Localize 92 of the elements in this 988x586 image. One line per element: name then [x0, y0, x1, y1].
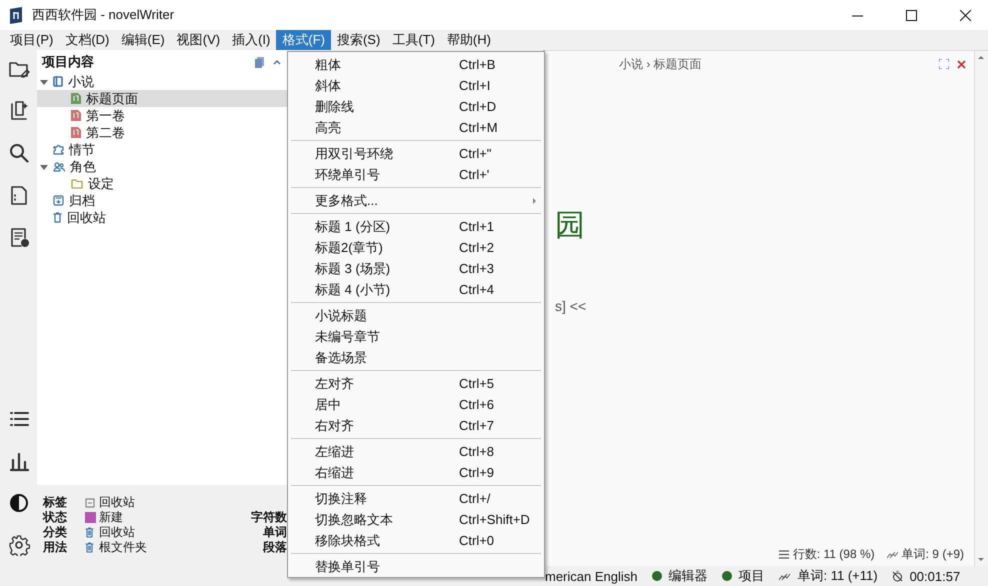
detail-label: 状态	[43, 509, 68, 526]
menu-item[interactable]: 帮助(H)	[440, 30, 497, 50]
session-time: 00:01:57	[910, 568, 960, 584]
menu-option[interactable]: 标题 3 (场景) Ctrl+3	[288, 258, 544, 279]
copy-icon[interactable]	[255, 56, 265, 68]
detail-value: 根文件夹	[99, 539, 148, 556]
menu-option[interactable]: 粗体 Ctrl+B	[288, 54, 544, 75]
trash-icon	[53, 212, 62, 223]
menu-option[interactable]: 左缩进 Ctrl+8	[288, 441, 544, 462]
detail-label: 分类	[43, 524, 68, 540]
tree-item[interactable]: 第二卷	[37, 124, 287, 141]
tree-item[interactable]: 标题页面	[37, 90, 287, 107]
window-title: 西西软件园 - novelWriter	[32, 6, 176, 24]
folder-icon	[71, 178, 83, 188]
status-label: 项目	[738, 567, 764, 585]
title-text: 园	[555, 207, 585, 245]
menu-option[interactable]: 未编号章节	[288, 326, 544, 347]
people-icon	[53, 162, 65, 172]
contrast-icon[interactable]	[8, 492, 30, 514]
detail-label: 标签	[43, 494, 68, 510]
menu-option[interactable]: 斜体 Ctrl+I	[288, 75, 544, 96]
lines-icon	[778, 550, 789, 558]
puzzle-icon	[53, 144, 64, 155]
detail-value: 回收站	[99, 524, 136, 541]
menu-option[interactable]: 标题 4 (小节) Ctrl+4	[288, 279, 544, 300]
breadcrumb: 小说 › 标题页面	[619, 56, 703, 72]
menu-option[interactable]: 移除块格式 Ctrl+0	[288, 530, 544, 551]
word-count: 单词: 9 (+9)	[902, 546, 964, 562]
menu-item[interactable]: 搜索(S)	[330, 30, 386, 50]
stat-label: 段落	[262, 539, 287, 556]
menu-option[interactable]: 替换单引号	[288, 556, 544, 577]
stat-label: 字符数	[251, 509, 287, 526]
scrollbar[interactable]	[974, 51, 988, 566]
detail-value: 回收站	[99, 494, 136, 511]
tree-item[interactable]: 情节	[37, 141, 287, 158]
book-icon	[53, 76, 63, 87]
menu-option[interactable]: 切换忽略文本 Ctrl+Shift+D	[288, 509, 544, 530]
menu-option[interactable]: 右对齐 Ctrl+7	[288, 415, 544, 436]
menu-option[interactable]: 右缩进 Ctrl+9	[288, 462, 544, 483]
detail-label: 用法	[43, 539, 68, 556]
tag-icon	[85, 498, 95, 508]
expanded-arrow-icon[interactable]	[40, 162, 48, 170]
menu-option[interactable]: 备选场景	[288, 347, 544, 368]
language-label: merican English	[545, 568, 638, 584]
detail-value: 新建	[99, 509, 124, 526]
maximize-icon	[906, 10, 916, 20]
menu-item[interactable]: 视图(V)	[170, 30, 226, 50]
menu-option[interactable]: 左对齐 Ctrl+5	[288, 373, 544, 394]
tree-item[interactable]: 设定	[37, 175, 287, 192]
menu-item[interactable]: 格式(F)	[276, 30, 331, 50]
word-count-icon	[778, 572, 790, 580]
tree-item[interactable]: 小说	[37, 73, 287, 90]
close-icon	[960, 10, 970, 20]
collapse-arrow-icon[interactable]	[273, 59, 281, 65]
menu-item[interactable]: 文档(D)	[59, 30, 116, 50]
word-count: 单词: 11 (+11)	[798, 567, 878, 585]
menu-option[interactable]: 用双引号环绕 Ctrl+"	[288, 143, 544, 164]
status-label: 编辑器	[668, 567, 708, 585]
menu-option[interactable]: 标题2(章节) Ctrl+2	[288, 237, 544, 258]
panel-title: 项目内容	[42, 53, 95, 71]
bar-chart-icon[interactable]	[8, 450, 30, 472]
menu-item[interactable]: 工具(T)	[386, 30, 441, 50]
word-count-icon	[886, 550, 898, 558]
menu-option[interactable]: 删除线 Ctrl+D	[288, 96, 544, 117]
close-icon[interactable]	[957, 60, 966, 68]
tree-item[interactable]: 归档	[37, 192, 287, 209]
tree-item[interactable]: 回收站	[37, 209, 287, 226]
menu-option[interactable]: 居中 Ctrl+6	[288, 394, 544, 415]
archive-icon	[53, 195, 64, 206]
menu-item[interactable]: 插入(I)	[226, 30, 276, 50]
app-logo-icon	[10, 6, 24, 24]
settings-icon[interactable]	[8, 534, 30, 556]
menu-option[interactable]: 小说标题	[288, 305, 544, 326]
menu-item[interactable]: 项目(P)	[4, 30, 60, 50]
menu-option[interactable]: 高亮 Ctrl+M	[288, 117, 544, 138]
trash-icon	[85, 542, 94, 553]
menu-option[interactable]: 标题 1 (分区) Ctrl+1	[288, 216, 544, 237]
trash-icon	[85, 527, 94, 538]
menu-item[interactable]: 编辑(E)	[115, 30, 171, 50]
menu-option[interactable]: 环绕单引号 Ctrl+'	[288, 164, 544, 185]
tree-item[interactable]: 第一卷	[37, 107, 287, 124]
text-line: s] <<	[555, 298, 586, 314]
stat-label: 单词	[262, 524, 287, 540]
tree-item[interactable]: 角色	[37, 158, 287, 175]
search-icon[interactable]	[8, 142, 30, 164]
submenu-option[interactable]: 更多格式...	[288, 190, 544, 211]
submenu-arrow-icon	[533, 198, 536, 204]
line-count: 行数: 11 (98 %)	[792, 546, 875, 562]
timer-off-icon	[892, 570, 903, 582]
expanded-arrow-icon[interactable]	[40, 78, 48, 86]
fullscreen-icon[interactable]	[939, 59, 949, 69]
menu-option[interactable]: 切换注释 Ctrl+/	[288, 488, 544, 509]
